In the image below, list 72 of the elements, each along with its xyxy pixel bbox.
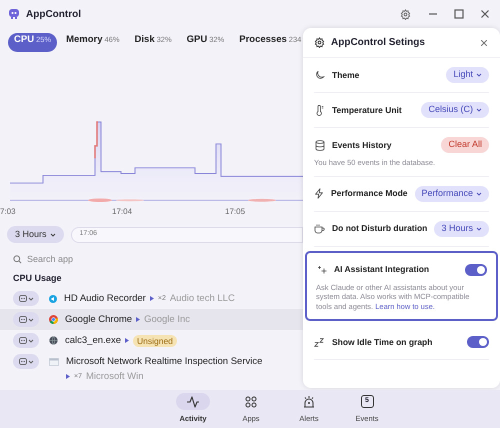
app-name: Google Chrome <box>65 313 132 327</box>
publisher-name: Audio tech LLC <box>170 292 235 306</box>
sparkle-icon <box>316 265 326 274</box>
range-dropdown[interactable]: 3 Hours <box>7 226 64 243</box>
section-title: CPU Usage <box>12 272 63 285</box>
maximize-icon[interactable] <box>452 7 466 21</box>
robot-icon <box>18 316 26 323</box>
thermometer-icon <box>314 104 324 116</box>
publisher-name: Google Inc <box>144 313 190 327</box>
speaker-icon <box>49 294 57 302</box>
robot-icon <box>18 358 26 365</box>
toggle-switch[interactable] <box>465 264 487 276</box>
publisher-name: Microsoft Win <box>86 370 144 384</box>
setting-dropdown[interactable]: Light <box>446 67 489 83</box>
panel-title: AppControl Setings <box>331 36 425 50</box>
app-name: calc3_en.exe <box>65 334 121 348</box>
axis-label: 7:03 <box>0 206 16 218</box>
grid-icon <box>245 396 257 408</box>
clear-button[interactable]: Clear All <box>441 137 489 153</box>
lightning-icon <box>314 188 324 199</box>
cup-icon <box>314 224 325 234</box>
setting-label: Temperature Unit <box>332 104 403 116</box>
close-icon[interactable] <box>479 38 489 48</box>
setting-dropdown[interactable]: Celsius (C) <box>421 102 489 118</box>
expand-arrow-icon[interactable] <box>150 296 154 301</box>
actions-dropdown[interactable] <box>13 312 39 327</box>
unsigned-badge: Unsigned <box>132 334 177 346</box>
actions-dropdown[interactable] <box>13 354 39 369</box>
app-name: Microsoft Network Realtime Inspection Service <box>66 355 262 369</box>
settings-icon[interactable] <box>398 7 412 21</box>
window-icon <box>49 358 59 366</box>
search-field[interactable]: Search app <box>27 252 303 266</box>
caret-icon <box>476 190 482 196</box>
caret-icon <box>28 338 34 344</box>
setting-dropdown[interactable]: Performance <box>414 186 490 202</box>
axis-label: 17:04 <box>112 206 132 218</box>
setting-label: Performance Mode <box>331 187 408 200</box>
app-name: HD Audio Recorder <box>64 292 146 306</box>
setting-label: Show Idle Time on graph <box>332 336 434 348</box>
globe-icon <box>49 336 58 345</box>
search-icon <box>13 254 22 264</box>
activity-icon <box>186 396 200 408</box>
robot-icon <box>18 295 26 302</box>
setting-label: AI Assistant Integration <box>334 263 430 276</box>
caret-icon <box>476 107 482 113</box>
sleep-icon <box>314 338 325 346</box>
caret-icon <box>476 72 482 78</box>
setting-label: Theme <box>332 68 360 82</box>
setting-label: Events History <box>332 138 393 152</box>
setting-dropdown[interactable]: 3 Hours <box>434 220 489 236</box>
actions-dropdown[interactable] <box>13 333 39 348</box>
expand-arrow-icon[interactable] <box>136 317 140 322</box>
app-logo-icon <box>8 8 20 20</box>
expand-arrow-icon[interactable] <box>66 374 70 379</box>
database-icon <box>314 140 324 150</box>
robot-icon <box>18 337 26 344</box>
caret-icon <box>28 358 34 364</box>
alarm-icon <box>303 395 315 408</box>
toggle-switch[interactable] <box>467 336 489 348</box>
settings-icon <box>314 37 325 48</box>
caret-icon <box>476 226 482 232</box>
caret-icon <box>28 296 34 302</box>
window-title: AppControl <box>26 8 81 22</box>
browser-icon <box>49 315 58 324</box>
setting-label: Do not Disturb duration <box>332 222 428 235</box>
moon-icon <box>314 70 324 80</box>
caret-icon <box>28 316 34 322</box>
expand-arrow-icon[interactable] <box>124 338 129 343</box>
app-row[interactable]: Google Chrome Google Inc <box>0 309 303 330</box>
axis-label: 17:05 <box>225 206 246 218</box>
actions-dropdown[interactable] <box>13 291 39 306</box>
caret-icon <box>50 232 56 238</box>
